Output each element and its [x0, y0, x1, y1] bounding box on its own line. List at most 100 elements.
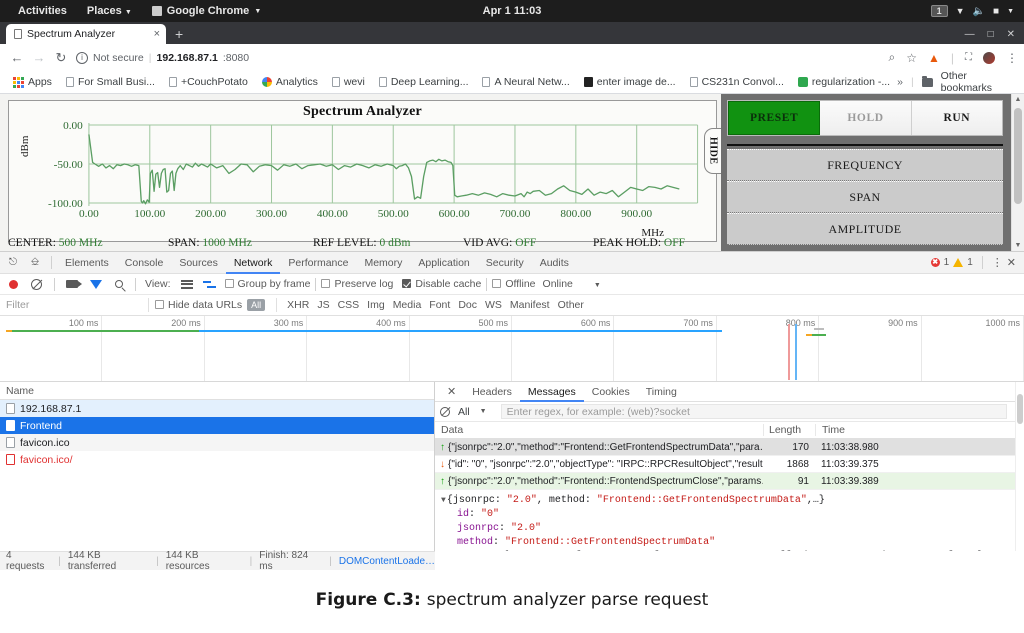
- bookmark-analytics[interactable]: Analytics: [255, 76, 325, 88]
- throttling-select[interactable]: Online ▼: [543, 278, 601, 290]
- scroll-up-icon[interactable]: ▲: [1012, 96, 1024, 103]
- bookmark-for-small-business[interactable]: For Small Busi...: [59, 76, 162, 88]
- message-type-select[interactable]: All: [458, 406, 470, 418]
- preset-button[interactable]: PRESET: [728, 101, 821, 135]
- hide-panel-button[interactable]: HIDE: [704, 128, 721, 174]
- column-length[interactable]: Length: [763, 424, 815, 436]
- run-button[interactable]: RUN: [911, 101, 1002, 135]
- messages-scrollbar[interactable]: [1015, 382, 1024, 551]
- record-icon[interactable]: [9, 279, 18, 289]
- capture-screenshots-icon[interactable]: [66, 280, 82, 288]
- tab-sources[interactable]: Sources: [171, 252, 226, 274]
- tab-elements[interactable]: Elements: [57, 252, 117, 274]
- bookmark-deep-learning[interactable]: Deep Learning...: [372, 76, 476, 88]
- warning-icon[interactable]: [953, 258, 964, 267]
- scrollbar-thumb[interactable]: [1014, 108, 1022, 204]
- tab-application[interactable]: Application: [410, 252, 477, 274]
- group-by-frame-checkbox[interactable]: Group by frame: [224, 278, 310, 290]
- wifi-icon[interactable]: ▼: [956, 6, 965, 16]
- message-row[interactable]: ↑ {"jsonrpc":"2.0","method":"Frontend::F…: [435, 473, 1015, 490]
- menu-item-span[interactable]: SPAN: [727, 181, 1003, 213]
- bookmark-enter-image-description[interactable]: enter image de...: [577, 76, 683, 88]
- disable-cache-checkbox[interactable]: Disable cache: [402, 278, 481, 290]
- device-toolbar-icon[interactable]: ⎒: [24, 256, 46, 269]
- message-row[interactable]: ↑ {"jsonrpc":"2.0","method":"Frontend::G…: [435, 439, 1015, 456]
- tray-dropdown-icon[interactable]: ▼: [1007, 8, 1014, 15]
- bookmark-a-neural-network[interactable]: A Neural Netw...: [475, 76, 576, 88]
- menu-item-frequency[interactable]: FREQUENCY: [727, 149, 1003, 181]
- requests-header[interactable]: Name: [0, 382, 434, 400]
- network-timeline-overview[interactable]: 100 ms 200 ms 300 ms 400 ms 500 ms 600 m…: [0, 316, 1024, 382]
- app-menu-chrome[interactable]: Google Chrome ▼: [142, 5, 271, 17]
- tab-security[interactable]: Security: [478, 252, 532, 274]
- offline-checkbox[interactable]: Offline: [492, 278, 536, 290]
- forward-button[interactable]: →: [28, 50, 50, 65]
- messages-regex-input[interactable]: Enter regex, for example: (web)?socket: [500, 404, 1007, 419]
- volume-icon[interactable]: 🔈: [973, 6, 985, 17]
- filter-type-manifest[interactable]: Manifest: [506, 299, 554, 311]
- list-view-icon[interactable]: [180, 279, 193, 289]
- column-data[interactable]: Data: [435, 424, 763, 436]
- filter-type-font[interactable]: Font: [425, 299, 454, 311]
- message-row[interactable]: ↓ {"id": "0", "jsonrpc":"2.0","objectTyp…: [435, 456, 1015, 473]
- bookmark-star-icon[interactable]: ☆: [906, 51, 917, 65]
- collapse-triangle-icon[interactable]: ▼: [441, 496, 446, 505]
- tab-network[interactable]: Network: [225, 252, 281, 274]
- inspect-element-icon[interactable]: ⎋: [2, 256, 24, 269]
- column-time[interactable]: Time: [815, 424, 1015, 436]
- filter-type-css[interactable]: CSS: [334, 299, 364, 311]
- close-window-icon[interactable]: ✕: [1007, 29, 1015, 40]
- clear-messages-icon[interactable]: [440, 406, 450, 417]
- activities-button[interactable]: Activities: [8, 5, 77, 17]
- filter-type-other[interactable]: Other: [554, 299, 588, 311]
- close-devtools-icon[interactable]: ✕: [1007, 256, 1016, 269]
- tab-console[interactable]: Console: [117, 252, 172, 274]
- chevron-down-icon[interactable]: ▼: [480, 408, 487, 415]
- status-domcontentloaded[interactable]: DOMContentLoade…: [339, 556, 435, 567]
- chrome-menu-icon[interactable]: ⋮: [1006, 51, 1018, 65]
- detail-tab-headers[interactable]: Headers: [464, 382, 520, 402]
- filter-type-img[interactable]: Img: [363, 299, 389, 311]
- filter-type-ws[interactable]: WS: [481, 299, 506, 311]
- close-tab-icon[interactable]: ×: [154, 28, 160, 40]
- bookmark-couchpotato[interactable]: +CouchPotato: [162, 76, 255, 88]
- places-menu[interactable]: Places ▼: [77, 5, 142, 17]
- close-detail-icon[interactable]: ✕: [439, 385, 464, 398]
- hide-data-urls-checkbox[interactable]: Hide data URLs: [155, 299, 242, 311]
- waterfall-view-icon[interactable]: [202, 280, 216, 289]
- hold-button[interactable]: HOLD: [820, 101, 912, 135]
- workspace-indicator[interactable]: 1: [930, 5, 948, 17]
- profile-avatar-icon[interactable]: [983, 51, 995, 64]
- filter-type-doc[interactable]: Doc: [454, 299, 481, 311]
- back-button[interactable]: ←: [6, 50, 28, 65]
- tab-audits[interactable]: Audits: [532, 252, 577, 274]
- scroll-down-icon[interactable]: ▼: [1012, 242, 1024, 249]
- zoom-icon[interactable]: ⌕: [888, 50, 895, 65]
- preserve-log-checkbox[interactable]: Preserve log: [321, 278, 393, 290]
- request-row-favicon[interactable]: favicon.ico: [0, 434, 434, 451]
- page-scrollbar[interactable]: ▲ ▼: [1011, 94, 1024, 251]
- request-row-favicon-error[interactable]: favicon.ico/: [0, 451, 434, 468]
- reload-button[interactable]: ↻: [50, 50, 72, 66]
- filter-icon[interactable]: [90, 279, 102, 289]
- request-row-192-168-87-1[interactable]: 192.168.87.1: [0, 400, 434, 417]
- filter-type-media[interactable]: Media: [389, 299, 426, 311]
- bookmark-wevi[interactable]: wevi: [325, 76, 372, 88]
- filter-type-all[interactable]: All: [247, 299, 266, 311]
- detail-tab-messages[interactable]: Messages: [519, 382, 584, 402]
- extension-icon[interactable]: ▲: [928, 51, 940, 65]
- new-tab-button[interactable]: +: [166, 26, 192, 44]
- maximize-icon[interactable]: □: [988, 29, 994, 40]
- detail-tab-cookies[interactable]: Cookies: [584, 382, 638, 402]
- scrollbar-thumb[interactable]: [1017, 394, 1023, 424]
- other-bookmarks-label[interactable]: Other bookmarks: [941, 70, 1015, 94]
- bookmark-apps[interactable]: Apps: [6, 76, 59, 88]
- json-row-params[interactable]: ▶params: {coreID: 0, fStartHz: 0, fStopH…: [441, 550, 1015, 551]
- info-icon[interactable]: i: [76, 51, 88, 64]
- menu-item-amplitude[interactable]: AMPLITUDE: [727, 213, 1003, 245]
- bookmark-regularization[interactable]: regularization -...: [791, 76, 897, 88]
- tab-memory[interactable]: Memory: [356, 252, 410, 274]
- cast-icon[interactable]: ⛶: [965, 52, 972, 63]
- filter-type-xhr[interactable]: XHR: [283, 299, 313, 311]
- tab-performance[interactable]: Performance: [280, 252, 356, 274]
